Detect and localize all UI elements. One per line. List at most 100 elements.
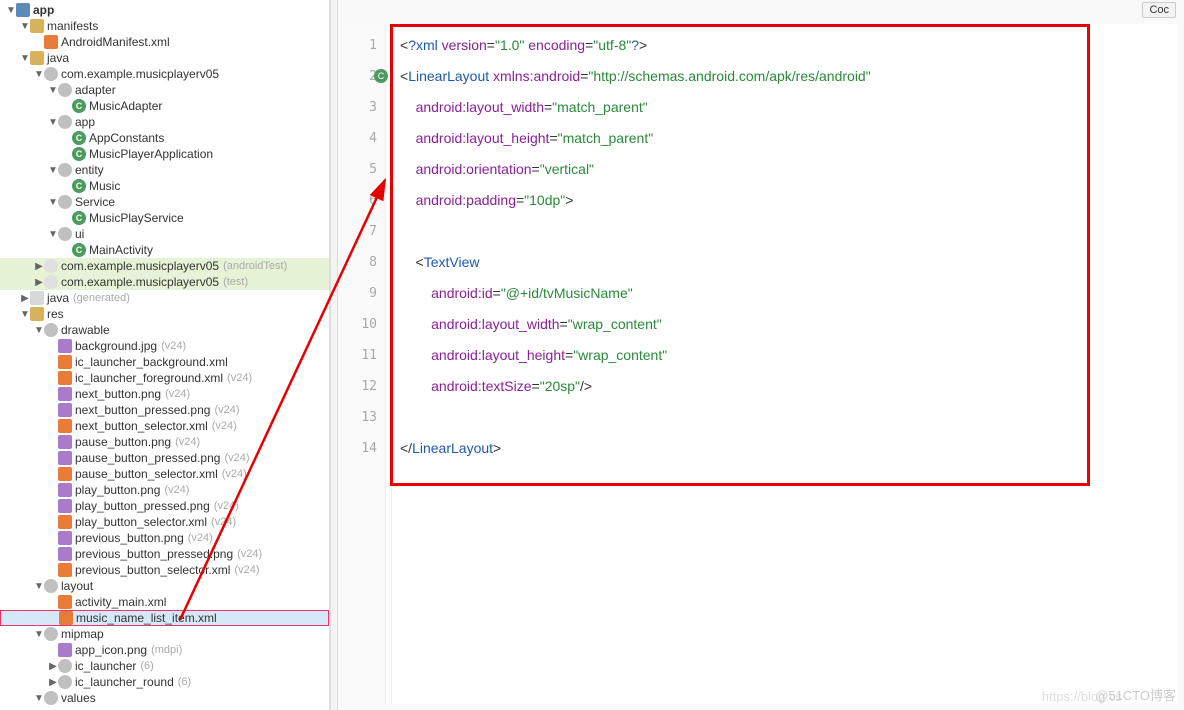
- expand-arrow-icon[interactable]: [48, 85, 58, 96]
- tree-item-mainactivity[interactable]: CMainActivity: [0, 242, 329, 258]
- code-line[interactable]: android:textSize="20sp"/>: [400, 371, 1178, 402]
- tree-item-ui[interactable]: ui: [0, 226, 329, 242]
- tree-item-next-button-selector-xml[interactable]: next_button_selector.xml(v24): [0, 418, 329, 434]
- code-line[interactable]: android:orientation="vertical": [400, 154, 1178, 185]
- tree-item-music[interactable]: CMusic: [0, 178, 329, 194]
- tree-item-com-example-musicplayerv05[interactable]: com.example.musicplayerv05(androidTest): [0, 258, 329, 274]
- tree-item-previous-button-png[interactable]: previous_button.png(v24): [0, 530, 329, 546]
- code-line[interactable]: [400, 402, 1178, 433]
- tree-item-activity-main-xml[interactable]: activity_main.xml: [0, 594, 329, 610]
- line-number: 11: [342, 340, 385, 371]
- tree-item-app[interactable]: app: [0, 114, 329, 130]
- tree-item-app[interactable]: app: [0, 2, 329, 18]
- tree-item-ic-launcher-foreground-xml[interactable]: ic_launcher_foreground.xml(v24): [0, 370, 329, 386]
- tree-item-musicplayservice[interactable]: CMusicPlayService: [0, 210, 329, 226]
- tree-item-play-button-pressed-png[interactable]: play_button_pressed.png(v24): [0, 498, 329, 514]
- expand-arrow-icon[interactable]: [34, 581, 44, 592]
- tree-item-label: com.example.musicplayerv05: [61, 67, 219, 81]
- code-line[interactable]: <?xml version="1.0" encoding="utf-8"?>: [400, 30, 1178, 61]
- tree-item-pause-button-png[interactable]: pause_button.png(v24): [0, 434, 329, 450]
- code-line[interactable]: </LinearLayout>: [400, 433, 1178, 464]
- tree-item-adapter[interactable]: adapter: [0, 82, 329, 98]
- splitter[interactable]: [330, 0, 338, 710]
- expand-arrow-icon[interactable]: [34, 693, 44, 704]
- tree-item-label: play_button_selector.xml: [75, 515, 207, 529]
- tree-item-label: ic_launcher_round: [75, 675, 174, 689]
- tree-item-play-button-png[interactable]: play_button.png(v24): [0, 482, 329, 498]
- tree-item-musicplayerapplication[interactable]: CMusicPlayerApplication: [0, 146, 329, 162]
- code-editor[interactable]: 12C34567891011121314 <?xml version="1.0"…: [342, 24, 1178, 704]
- orange-icon: [58, 371, 72, 385]
- pkg-icon: [58, 675, 72, 689]
- code-line[interactable]: android:layout_height="wrap_content": [400, 340, 1178, 371]
- expand-arrow-icon[interactable]: [20, 21, 30, 32]
- tree-item-label: MusicPlayerApplication: [89, 147, 213, 161]
- line-number: 3: [342, 92, 385, 123]
- code-line[interactable]: android:id="@+id/tvMusicName": [400, 278, 1178, 309]
- tree-item-java[interactable]: java: [0, 50, 329, 66]
- line-number: 7: [342, 216, 385, 247]
- expand-arrow-icon[interactable]: [20, 293, 30, 304]
- tree-item-drawable[interactable]: drawable: [0, 322, 329, 338]
- tree-item-ic-launcher-round[interactable]: ic_launcher_round(6): [0, 674, 329, 690]
- expand-arrow-icon[interactable]: [20, 309, 30, 320]
- c-icon: C: [72, 243, 86, 257]
- code-content[interactable]: <?xml version="1.0" encoding="utf-8"?><L…: [386, 24, 1178, 704]
- pkg-g-icon: [44, 275, 58, 289]
- tree-item-next-button-pressed-png[interactable]: next_button_pressed.png(v24): [0, 402, 329, 418]
- tree-item-com-example-musicplayerv05[interactable]: com.example.musicplayerv05(test): [0, 274, 329, 290]
- tree-item-hint: (v24): [161, 340, 186, 352]
- tree-item-java[interactable]: java(generated): [0, 290, 329, 306]
- expand-arrow-icon[interactable]: [48, 229, 58, 240]
- code-line[interactable]: <TextView: [400, 247, 1178, 278]
- tree-item-ic-launcher[interactable]: ic_launcher(6): [0, 658, 329, 674]
- tree-item-layout[interactable]: layout: [0, 578, 329, 594]
- expand-arrow-icon[interactable]: [6, 5, 16, 16]
- tree-item-com-example-musicplayerv05[interactable]: com.example.musicplayerv05: [0, 66, 329, 82]
- tree-item-hint: (androidTest): [223, 260, 287, 272]
- expand-arrow-icon[interactable]: [34, 629, 44, 640]
- tree-item-ic-launcher-background-xml[interactable]: ic_launcher_background.xml: [0, 354, 329, 370]
- tree-item-play-button-selector-xml[interactable]: play_button_selector.xml(v24): [0, 514, 329, 530]
- tree-item-music-name-list-item-xml[interactable]: music_name_list_item.xml: [0, 610, 329, 626]
- expand-arrow-icon[interactable]: [34, 69, 44, 80]
- tree-item-previous-button-pressed-png[interactable]: previous_button_pressed.png(v24): [0, 546, 329, 562]
- tree-item-musicadapter[interactable]: CMusicAdapter: [0, 98, 329, 114]
- expand-arrow-icon[interactable]: [48, 117, 58, 128]
- code-line[interactable]: [400, 216, 1178, 247]
- tree-item-mipmap[interactable]: mipmap: [0, 626, 329, 642]
- expand-arrow-icon[interactable]: [48, 677, 58, 688]
- tree-item-manifests[interactable]: manifests: [0, 18, 329, 34]
- tree-item-androidmanifest-xml[interactable]: AndroidManifest.xml: [0, 34, 329, 50]
- code-button[interactable]: Coc: [1142, 2, 1176, 18]
- expand-arrow-icon[interactable]: [34, 325, 44, 336]
- tree-item-entity[interactable]: entity: [0, 162, 329, 178]
- tree-item-res[interactable]: res: [0, 306, 329, 322]
- tree-item-next-button-png[interactable]: next_button.png(v24): [0, 386, 329, 402]
- expand-arrow-icon[interactable]: [34, 261, 44, 272]
- png-icon: [58, 339, 72, 353]
- code-line[interactable]: <LinearLayout xmlns:android="http://sche…: [400, 61, 1178, 92]
- tree-item-background-jpg[interactable]: background.jpg(v24): [0, 338, 329, 354]
- expand-arrow-icon[interactable]: [48, 165, 58, 176]
- tree-item-hint: (mdpi): [151, 644, 182, 656]
- tree-item-label: previous_button.png: [75, 531, 184, 545]
- expand-arrow-icon[interactable]: [48, 661, 58, 672]
- code-line[interactable]: android:layout_width="match_parent": [400, 92, 1178, 123]
- project-tree[interactable]: appmanifestsAndroidManifest.xmljavacom.e…: [0, 0, 330, 710]
- tree-item-app-icon-png[interactable]: app_icon.png(mdpi): [0, 642, 329, 658]
- code-line[interactable]: android:layout_height="match_parent": [400, 123, 1178, 154]
- tree-item-values[interactable]: values: [0, 690, 329, 706]
- tree-item-previous-button-selector-xml[interactable]: previous_button_selector.xml(v24): [0, 562, 329, 578]
- tree-item-pause-button-pressed-png[interactable]: pause_button_pressed.png(v24): [0, 450, 329, 466]
- expand-arrow-icon[interactable]: [48, 197, 58, 208]
- expand-arrow-icon[interactable]: [34, 277, 44, 288]
- tree-item-service[interactable]: Service: [0, 194, 329, 210]
- tree-item-pause-button-selector-xml[interactable]: pause_button_selector.xml(v24): [0, 466, 329, 482]
- tree-item-label: layout: [61, 579, 93, 593]
- expand-arrow-icon[interactable]: [20, 53, 30, 64]
- code-line[interactable]: android:padding="10dp">: [400, 185, 1178, 216]
- tree-item-appconstants[interactable]: CAppConstants: [0, 130, 329, 146]
- code-line[interactable]: android:layout_width="wrap_content": [400, 309, 1178, 340]
- png-icon: [58, 403, 72, 417]
